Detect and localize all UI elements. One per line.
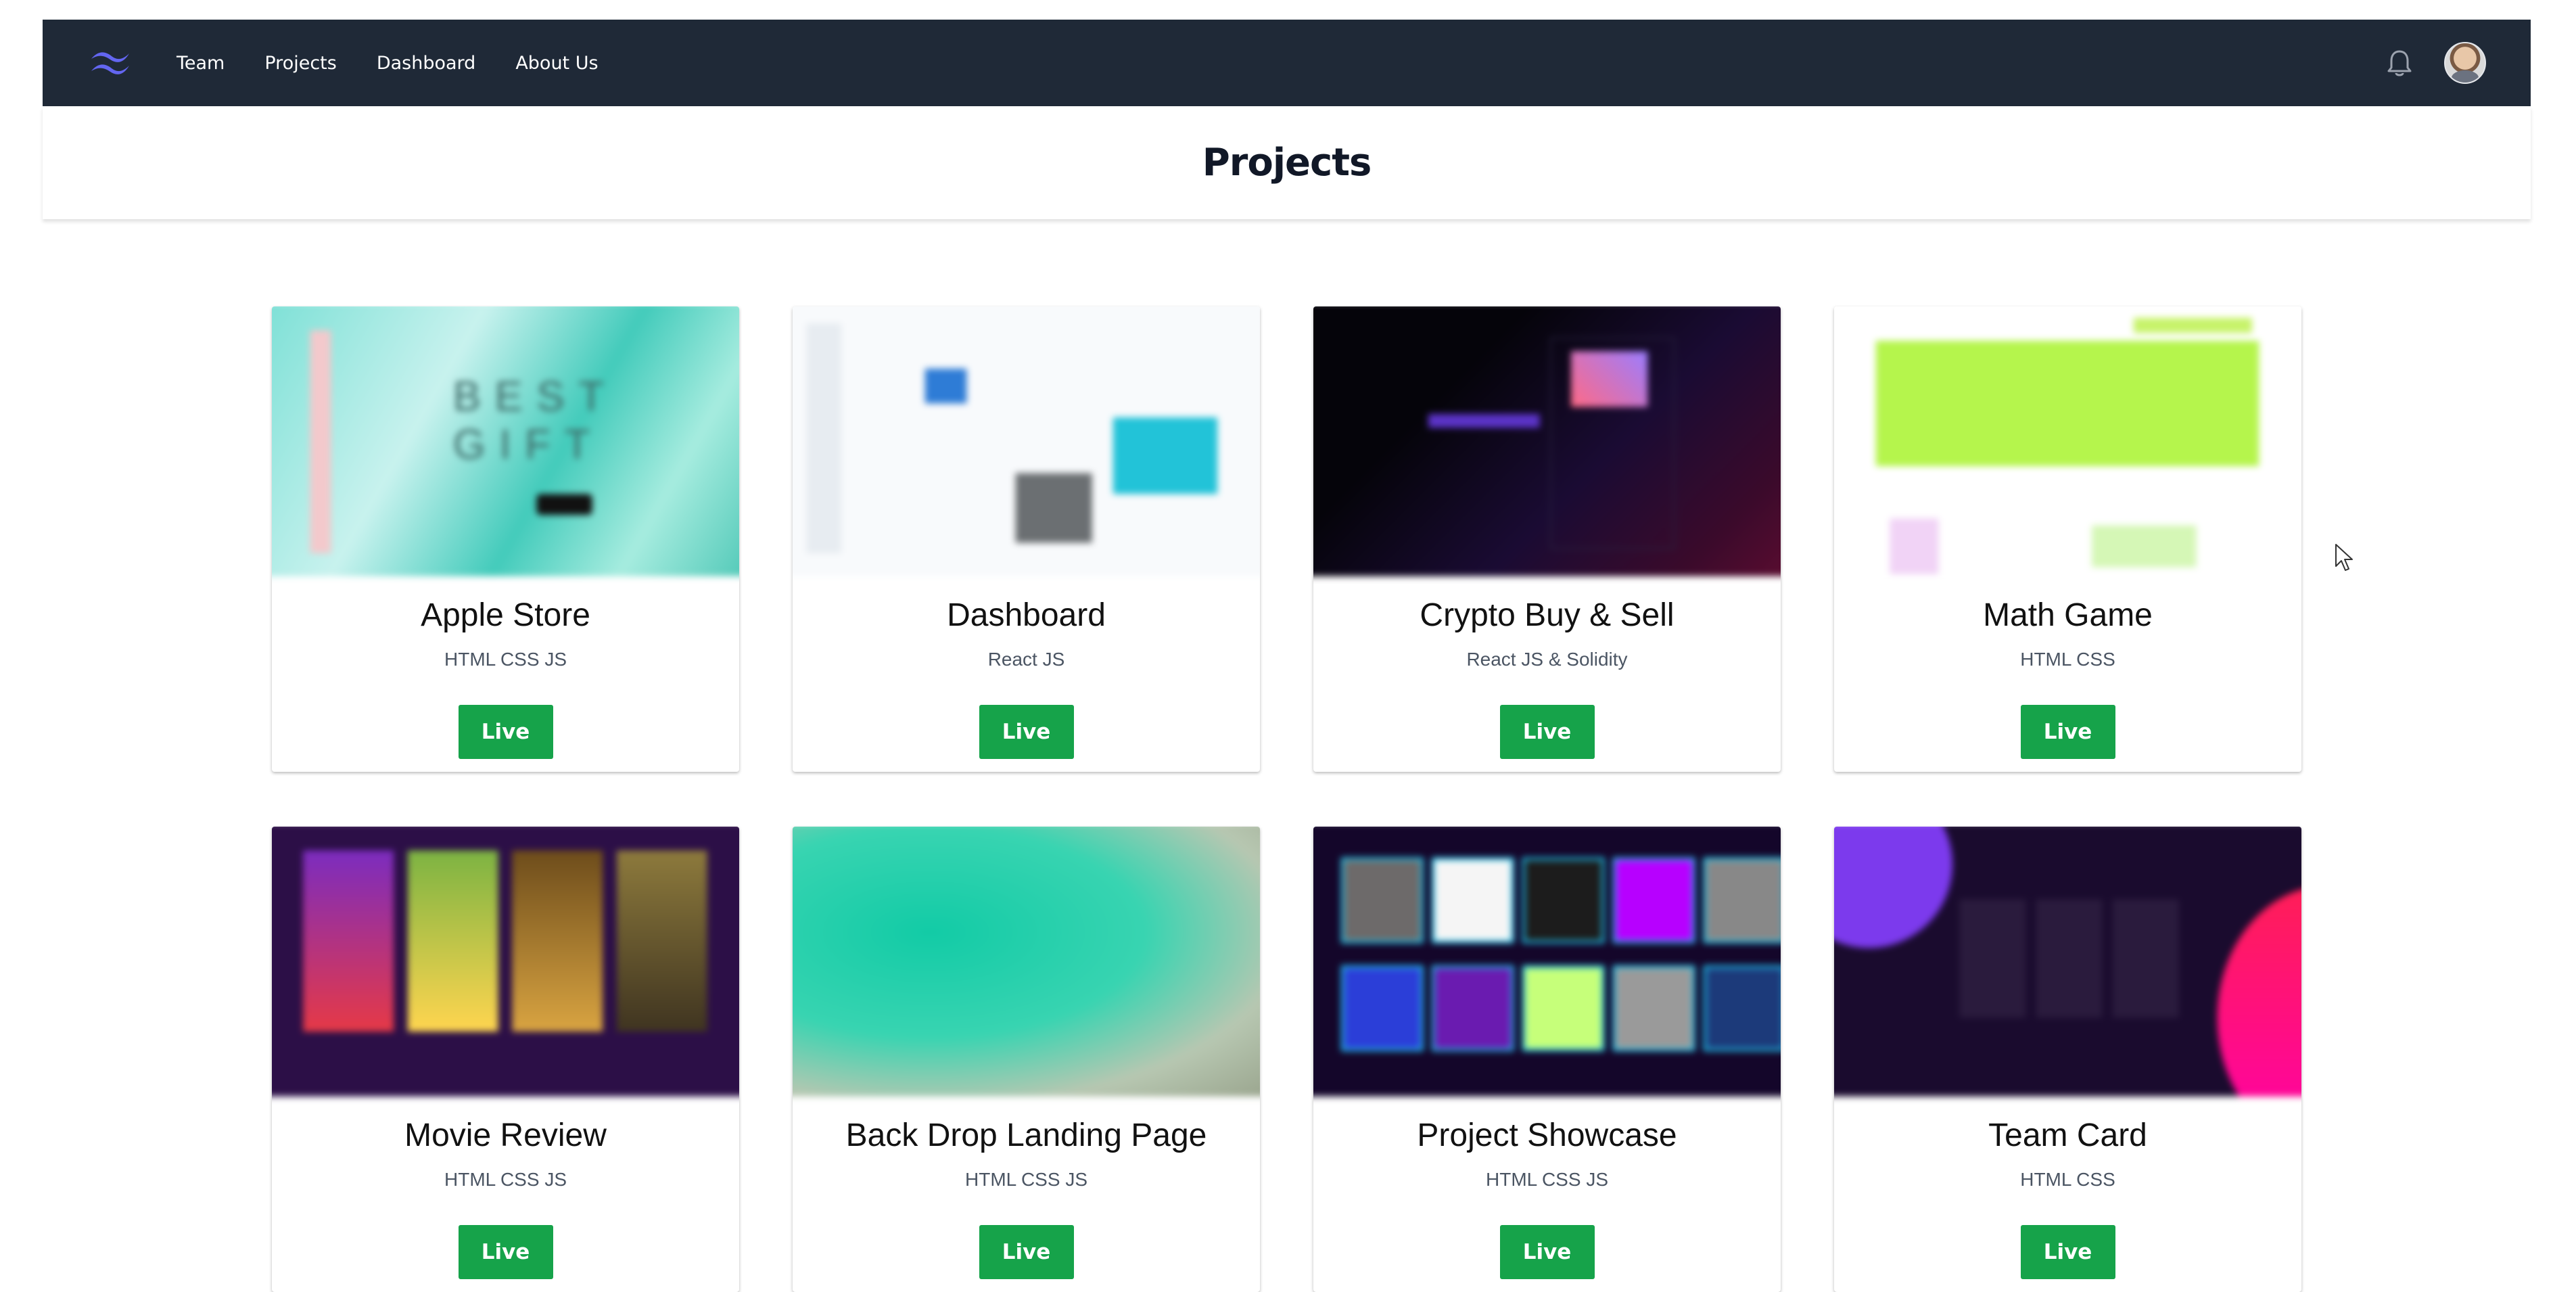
project-tech: React JS <box>987 648 1065 670</box>
project-tech: HTML CSS JS <box>1486 1168 1608 1190</box>
page-header: Projects <box>43 106 2531 219</box>
live-button[interactable]: Live <box>979 704 1074 759</box>
project-card-team-card: Team Card HTML CSS Live <box>1834 827 2301 1292</box>
nav-link-team[interactable]: Team <box>163 43 238 83</box>
project-card-apple-store: BEST GIFT Apple Store HTML CSS JS Live <box>272 306 739 772</box>
page-title: Projects <box>1202 141 1372 185</box>
project-thumbnail: BEST GIFT <box>272 306 739 576</box>
project-card-back-drop: Back Drop Landing Page HTML CSS JS Live <box>793 827 1260 1292</box>
navbar: Team Projects Dashboard About Us <box>43 20 2531 106</box>
live-button[interactable]: Live <box>979 1224 1074 1279</box>
project-thumbnail <box>1834 827 2301 1097</box>
mouse-cursor-icon <box>2335 543 2353 572</box>
project-card-dashboard: Dashboard React JS Live <box>793 306 1260 772</box>
project-thumbnail <box>1834 306 2301 576</box>
bell-icon[interactable] <box>2385 47 2414 79</box>
live-button[interactable]: Live <box>458 704 553 759</box>
nav-right <box>2385 42 2486 84</box>
project-card-math-game: Math Game HTML CSS Live <box>1834 306 2301 772</box>
nav-link-dashboard[interactable]: Dashboard <box>363 43 489 83</box>
project-tech: HTML CSS JS <box>444 1168 567 1190</box>
project-card-project-showcase: Project Showcase HTML CSS JS Live <box>1313 827 1781 1292</box>
project-title: Math Game <box>1983 597 2153 633</box>
project-title: Dashboard <box>947 597 1106 633</box>
project-tech: HTML CSS <box>2020 1168 2115 1190</box>
live-button[interactable]: Live <box>1499 1224 1595 1279</box>
live-button[interactable]: Live <box>2020 704 2115 759</box>
nav-links: Team Projects Dashboard About Us <box>163 43 625 83</box>
live-button[interactable]: Live <box>2020 1224 2115 1279</box>
project-thumbnail <box>793 306 1260 576</box>
project-title: Back Drop Landing Page <box>845 1117 1207 1153</box>
tailwind-wave-logo-icon[interactable] <box>87 48 136 78</box>
project-tech: React JS & Solidity <box>1466 648 1628 670</box>
project-card-crypto: Crypto Buy & Sell React JS & Solidity Li… <box>1313 306 1781 772</box>
project-tech: HTML CSS JS <box>965 1168 1087 1190</box>
nav-link-about-us[interactable]: About Us <box>502 43 611 83</box>
user-avatar[interactable] <box>2444 42 2486 84</box>
project-tech: HTML CSS <box>2020 648 2115 670</box>
project-card-movie-review: Movie Review HTML CSS JS Live <box>272 827 739 1292</box>
project-title: Apple Store <box>421 597 590 633</box>
project-thumbnail <box>272 827 739 1097</box>
live-button[interactable]: Live <box>458 1224 553 1279</box>
project-title: Crypto Buy & Sell <box>1420 597 1675 633</box>
project-title: Movie Review <box>404 1117 607 1153</box>
project-thumbnail <box>1313 827 1781 1097</box>
project-title: Team Card <box>1988 1117 2147 1153</box>
project-thumbnail <box>793 827 1260 1097</box>
projects-grid: BEST GIFT Apple Store HTML CSS JS Live D… <box>272 306 2301 1292</box>
nav-link-projects[interactable]: Projects <box>251 43 350 83</box>
project-tech: HTML CSS JS <box>444 648 567 670</box>
project-title: Project Showcase <box>1417 1117 1677 1153</box>
project-thumbnail <box>1313 306 1781 576</box>
live-button[interactable]: Live <box>1499 704 1595 759</box>
